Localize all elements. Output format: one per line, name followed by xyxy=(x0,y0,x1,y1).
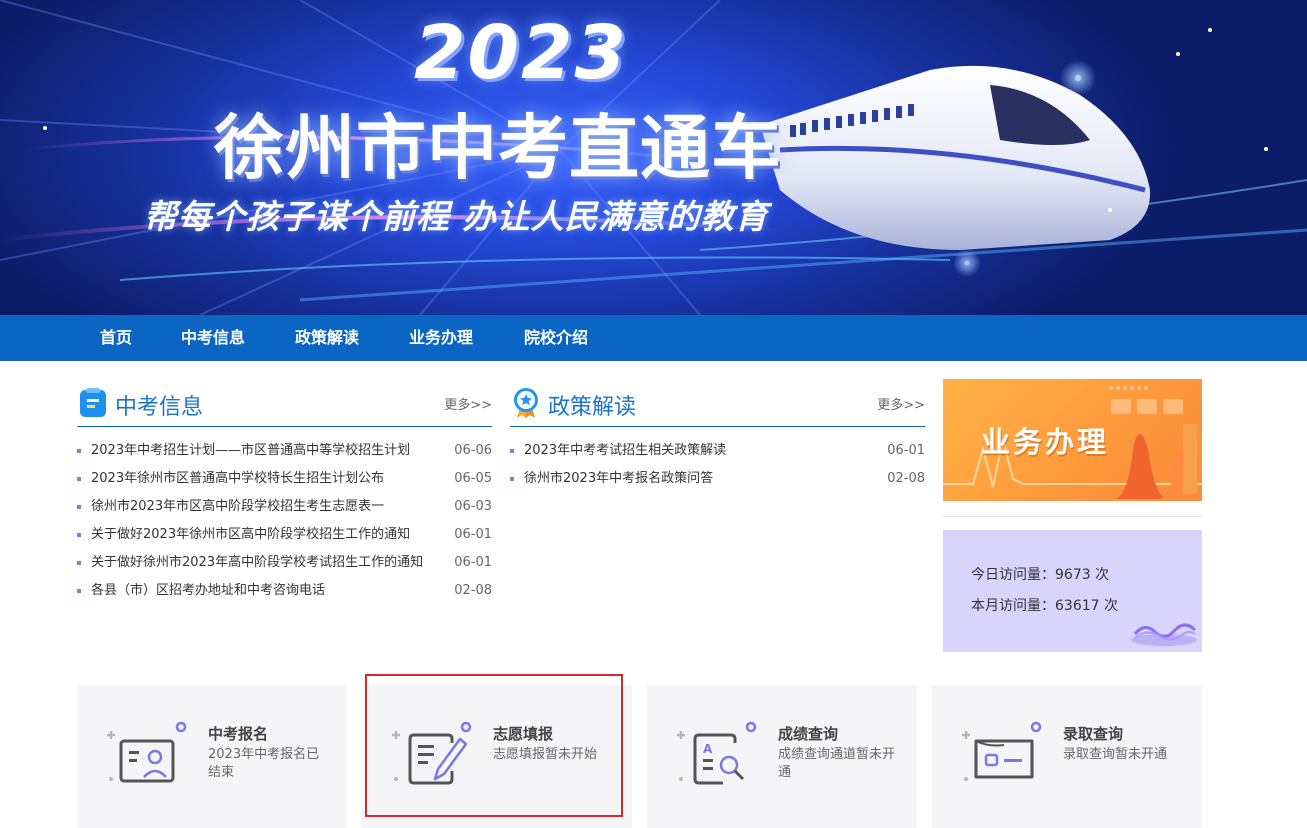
divider xyxy=(943,516,1202,517)
service-desc: 成绩查询通道暂未开通 xyxy=(778,747,896,780)
list-item: 徐州市2023年中考报名政策问答 02-08 xyxy=(510,465,925,493)
month-visits: 本月访问量：63617 次 xyxy=(971,598,1118,614)
hero-banner: 2023 徐州市中考直通车 帮每个孩子谋个前程 办让人民满意的教育 xyxy=(0,0,1307,315)
news-link[interactable]: 2023年中考考试招生相关政策解读 xyxy=(524,437,864,465)
search-doc-icon: A xyxy=(677,721,757,785)
main-nav: 首页 中考信息 政策解读 业务办理 院校介绍 xyxy=(0,315,1307,361)
news-date: 06-01 xyxy=(454,527,492,542)
service-card-application[interactable]: 志愿填报 志愿填报暂未开始 xyxy=(362,685,632,828)
list-item: 2023年中考考试招生相关政策解读 06-01 xyxy=(510,437,925,465)
banner-slogan: 帮每个孩子谋个前程 办让人民满意的教育 xyxy=(144,197,769,236)
service-desc: 2023年中考报名已结束 xyxy=(208,747,320,780)
news-date: 02-08 xyxy=(454,583,492,598)
policy-title: 政策解读 xyxy=(548,395,637,420)
news-date: 06-05 xyxy=(454,471,492,486)
svg-text:A: A xyxy=(703,742,713,756)
ticket-icon xyxy=(962,721,1042,781)
service-card-registration[interactable]: 中考报名 2023年中考报名已结束 xyxy=(77,685,347,828)
policy-list: 2023年中考考试招生相关政策解读 06-01 徐州市2023年中考报名政策问答 0… xyxy=(510,437,925,493)
wave-icon xyxy=(1131,623,1197,646)
visit-stats-box: 今日访问量：9673 次 本月访问量：63617 次 xyxy=(943,530,1202,652)
exam-info-panel: 中考信息 更多>> 2023年中考招生计划——市区普通高中等学校招生计划 06-0… xyxy=(77,383,492,605)
badge-icon xyxy=(514,388,538,418)
policy-panel: 政策解读 更多>> 2023年中考考试招生相关政策解读 06-01 徐州市2023… xyxy=(510,383,925,493)
nav-item-business[interactable]: 业务办理 xyxy=(409,315,473,361)
banner-year: 2023 xyxy=(414,10,628,96)
nav-item-exam-info[interactable]: 中考信息 xyxy=(181,315,245,361)
exam-info-title: 中考信息 xyxy=(115,395,204,420)
news-icon xyxy=(80,388,106,417)
exam-info-header: 中考信息 更多>> xyxy=(77,383,492,427)
policy-more-link[interactable]: 更多>> xyxy=(877,394,925,413)
form-pen-icon xyxy=(392,721,472,785)
id-card-icon xyxy=(107,721,187,783)
news-date: 06-01 xyxy=(454,555,492,570)
banner-title: 徐州市中考直通车 xyxy=(214,107,782,189)
exam-info-list: 2023年中考招生计划——市区普通高中等学校招生计划 06-06 2023年徐州市… xyxy=(77,437,492,605)
service-desc: 志愿填报暂未开始 xyxy=(493,747,598,762)
news-link[interactable]: 徐州市2023年中考报名政策问答 xyxy=(524,465,864,493)
list-item: 关于做好徐州市2023年高中阶段学校考试招生工作的通知 06-01 xyxy=(77,549,492,577)
service-title: 成绩查询 xyxy=(778,725,839,743)
today-visits: 今日访问量：9673 次 xyxy=(971,567,1110,583)
list-item: 关于做好2023年徐州市区高中阶段学校招生工作的通知 06-01 xyxy=(77,521,492,549)
exam-info-more-link[interactable]: 更多>> xyxy=(444,394,492,413)
list-item: 2023年中考招生计划——市区普通高中等学校招生计划 06-06 xyxy=(77,437,492,465)
business-banner[interactable]: 业务办理 xyxy=(943,379,1202,501)
news-date: 02-08 xyxy=(887,471,925,486)
nav-item-schools[interactable]: 院校介绍 xyxy=(524,315,588,361)
news-link[interactable]: 2023年徐州市区普通高中学校特长生招生计划公布 xyxy=(91,465,431,493)
nav-item-home[interactable]: 首页 xyxy=(100,315,132,361)
service-title: 录取查询 xyxy=(1063,725,1124,743)
service-card-scores[interactable]: A 成绩查询 成绩查询通道暂未开通 xyxy=(647,685,917,828)
service-card-admission[interactable]: 录取查询 录取查询暂未开通 xyxy=(932,685,1202,828)
list-item: 徐州市2023年市区高中阶段学校招生考生志愿表一 06-03 xyxy=(77,493,492,521)
service-desc: 录取查询暂未开通 xyxy=(1063,747,1168,762)
policy-header: 政策解读 更多>> xyxy=(510,383,925,427)
news-link[interactable]: 关于做好2023年徐州市区高中阶段学校招生工作的通知 xyxy=(91,521,431,549)
news-link[interactable]: 关于做好徐州市2023年高中阶段学校考试招生工作的通知 xyxy=(91,549,431,577)
news-date: 06-01 xyxy=(887,443,925,458)
news-link[interactable]: 徐州市2023年市区高中阶段学校招生考生志愿表一 xyxy=(91,493,431,521)
list-item: 各县（市）区招考办地址和中考咨询电话 02-08 xyxy=(77,577,492,605)
news-link[interactable]: 各县（市）区招考办地址和中考咨询电话 xyxy=(91,577,431,605)
news-date: 06-06 xyxy=(454,443,492,458)
news-link[interactable]: 2023年中考招生计划——市区普通高中等学校招生计划 xyxy=(91,437,431,465)
service-title: 中考报名 xyxy=(208,725,269,743)
business-label: 业务办理 xyxy=(981,425,1110,459)
list-item: 2023年徐州市区普通高中学校特长生招生计划公布 06-05 xyxy=(77,465,492,493)
news-date: 06-03 xyxy=(454,499,492,514)
nav-item-policy[interactable]: 政策解读 xyxy=(295,315,359,361)
service-title: 志愿填报 xyxy=(493,725,554,743)
